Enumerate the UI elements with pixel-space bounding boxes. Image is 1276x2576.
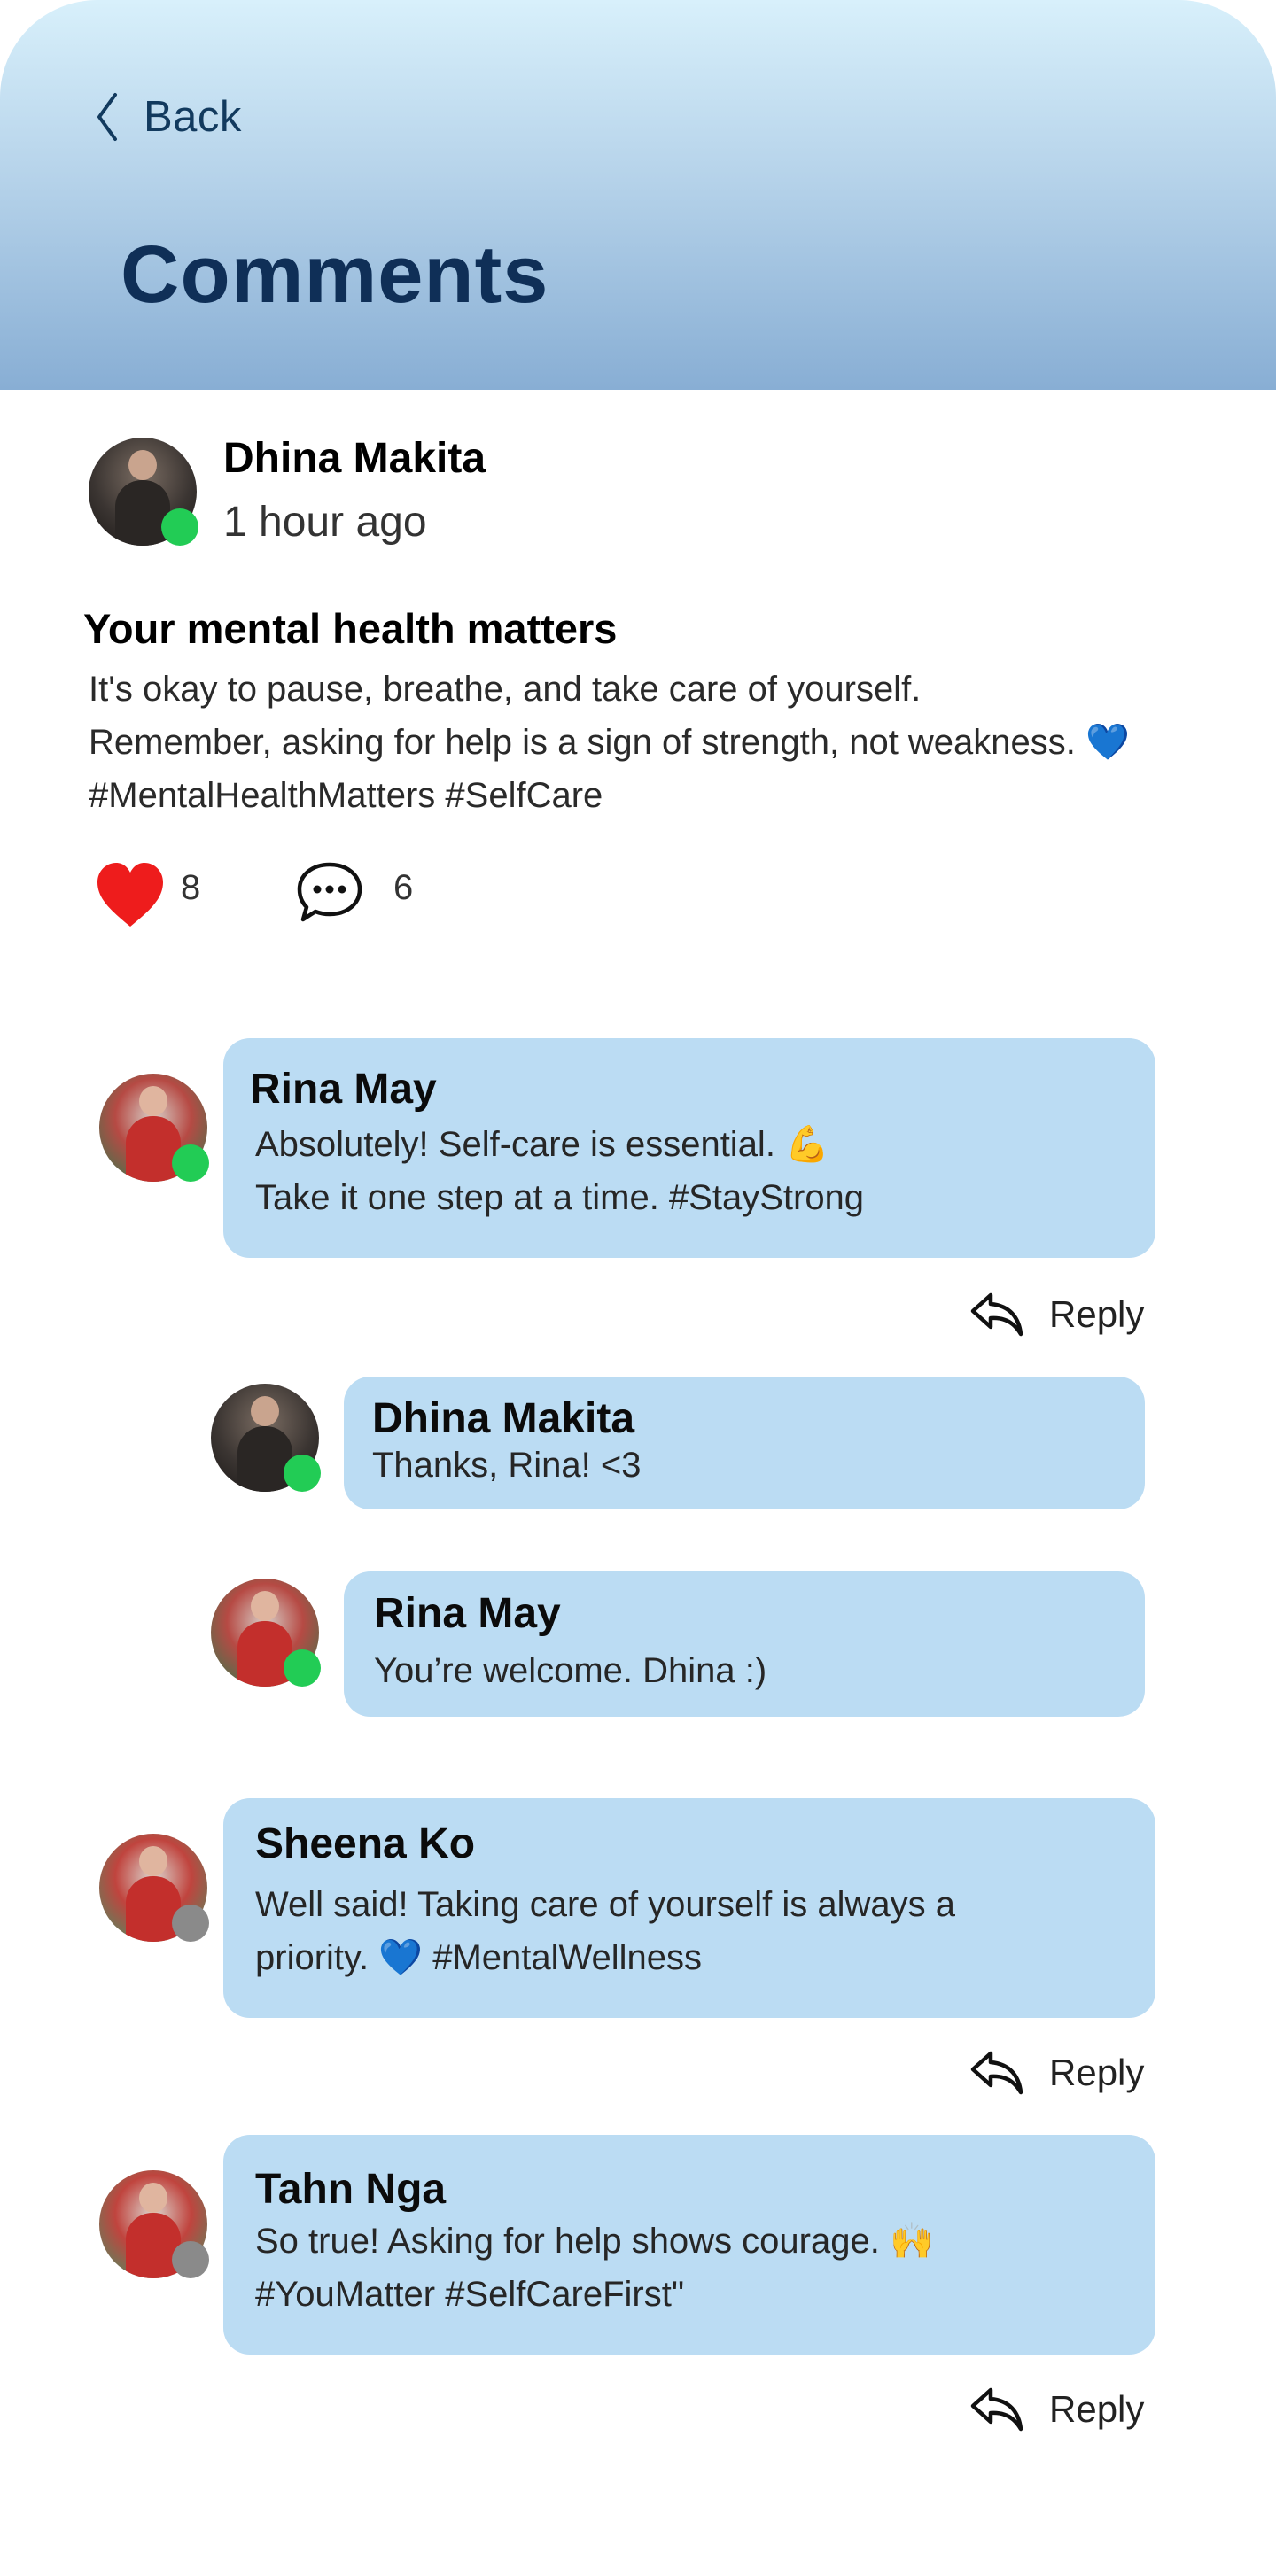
comment-text: So true! Asking for help shows courage. …: [255, 2215, 934, 2321]
comment-bubble: Tahn Nga So true! Asking for help shows …: [223, 2135, 1155, 2355]
comment-text: Absolutely! Self-care is essential. 💪 Ta…: [255, 1118, 864, 1224]
avatar[interactable]: [99, 1834, 209, 1942]
reply-button[interactable]: Reply: [969, 2386, 1144, 2432]
back-button[interactable]: Back: [96, 89, 242, 145]
comment-text-line: priority. 💙 #MentalWellness: [255, 1938, 703, 1977]
comment-author-name[interactable]: Rina May: [250, 1065, 437, 1113]
post-author-name[interactable]: Dhina Makita: [223, 434, 486, 483]
avatar[interactable]: [211, 1384, 321, 1492]
comment-text-line: #YouMatter #SelfCareFirst": [255, 2275, 685, 2314]
comment-text-line: Take it one step at a time. #StayStrong: [255, 1178, 865, 1217]
reply-author-name[interactable]: Dhina Makita: [372, 1394, 634, 1443]
reply-text: Thanks, Rina! <3: [372, 1446, 642, 1485]
reply-label: Reply: [1049, 2052, 1145, 2093]
reply-label: Reply: [1049, 2388, 1145, 2430]
post-timestamp: 1 hour ago: [223, 499, 427, 546]
comment-author-name[interactable]: Sheena Ko: [255, 1819, 475, 1868]
back-label: Back: [144, 93, 242, 141]
comment-bubble: Sheena Ko Well said! Taking care of your…: [223, 1798, 1155, 2018]
reply-bubble: Rina May You’re welcome. Dhina :): [344, 1571, 1145, 1717]
reply-arrow-icon: [970, 2387, 1023, 2432]
page-title: Comments: [121, 229, 549, 320]
reply-arrow-icon: [970, 1292, 1023, 1337]
comment-text-line: Well said! Taking care of yourself is al…: [255, 1885, 955, 1924]
comment-text: Well said! Taking care of yourself is al…: [255, 1878, 955, 1984]
post-title: Your mental health matters: [83, 605, 618, 652]
post-body-line: Remember, asking for help is a sign of s…: [89, 723, 1130, 762]
online-status-indicator: [284, 1649, 321, 1687]
comment-text-line: So true! Asking for help shows courage. …: [255, 2222, 934, 2261]
like-button[interactable]: [96, 861, 165, 933]
avatar[interactable]: [211, 1579, 321, 1687]
online-status-indicator: [161, 508, 198, 546]
reply-bubble: Dhina Makita Thanks, Rina! <3: [344, 1377, 1145, 1509]
comment-text-line: Absolutely! Self-care is essential. 💪: [255, 1125, 829, 1164]
offline-status-indicator: [172, 2241, 209, 2278]
offline-status-indicator: [172, 1905, 209, 1942]
reply-label: Reply: [1049, 1293, 1145, 1335]
online-status-indicator: [284, 1455, 321, 1492]
post-body-line: #MentalHealthMatters #SelfCare: [89, 776, 603, 815]
avatar[interactable]: [99, 1074, 209, 1182]
reply-text: You’re welcome. Dhina :): [374, 1651, 767, 1690]
back-chevron-icon: [97, 93, 117, 141]
heart-icon: [97, 863, 163, 927]
reply-button[interactable]: Reply: [969, 1292, 1144, 1338]
comment-bubble: Rina May Absolutely! Self-care is essent…: [223, 1038, 1155, 1258]
reply-arrow-icon: [970, 2051, 1023, 2095]
like-count: 8: [181, 868, 201, 907]
comment-button[interactable]: [296, 861, 363, 929]
post-body: It's okay to pause, breathe, and take ca…: [89, 663, 1241, 822]
online-status-indicator: [172, 1144, 209, 1182]
avatar[interactable]: [99, 2170, 209, 2278]
reply-author-name[interactable]: Rina May: [374, 1589, 561, 1638]
reply-button[interactable]: Reply: [969, 2050, 1144, 2096]
post-body-line: It's okay to pause, breathe, and take ca…: [89, 670, 922, 709]
header: [0, 0, 1276, 390]
comment-author-name[interactable]: Tahn Nga: [255, 2165, 446, 2214]
chat-bubble-icon: [297, 862, 362, 922]
comment-count: 6: [393, 868, 414, 907]
avatar[interactable]: [89, 438, 198, 546]
